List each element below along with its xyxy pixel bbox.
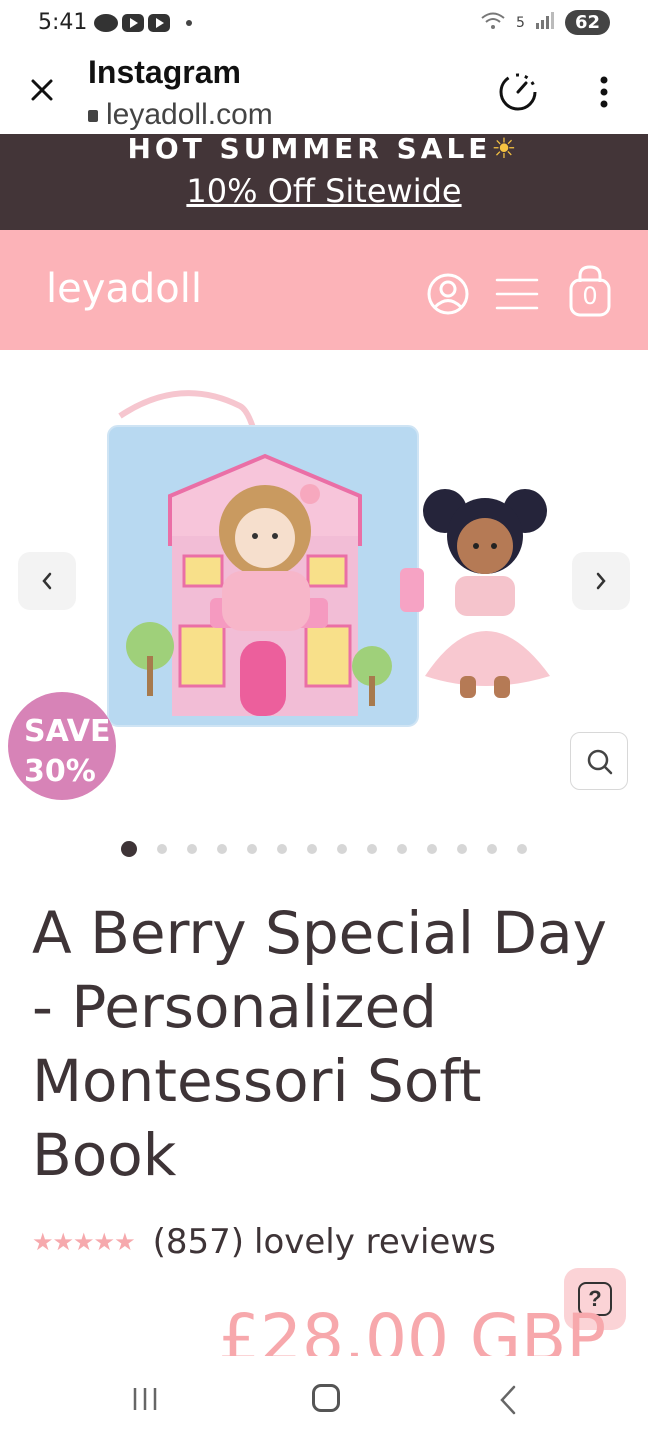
gallery-dot[interactable] [157, 844, 167, 854]
battery-indicator: 62 [564, 10, 610, 35]
product-gallery: leyadoll SAVE 30% [0, 350, 648, 820]
url-text: leyadoll.com [106, 98, 273, 131]
zoom-button[interactable] [570, 732, 628, 790]
youtube-notification-icon [122, 14, 144, 32]
price-container: £28.00 GBP [0, 1300, 648, 1356]
cart-count: 0 [582, 282, 598, 310]
signal-icon [535, 11, 555, 34]
timer-icon[interactable] [496, 70, 540, 114]
browser-app-title: Instagram [88, 54, 241, 90]
back-icon[interactable] [496, 1384, 520, 1416]
gallery-dot[interactable] [337, 844, 347, 854]
sun-icon: ☀ [491, 134, 521, 165]
more-options-icon[interactable] [594, 74, 614, 110]
chevron-left-icon [42, 572, 52, 590]
gallery-dot[interactable] [247, 844, 257, 854]
next-image-button[interactable] [572, 552, 630, 610]
gallery-dot[interactable] [367, 844, 377, 854]
product-image[interactable]: leyadoll [100, 386, 560, 746]
gallery-dot[interactable] [457, 844, 467, 854]
home-icon[interactable] [312, 1384, 340, 1412]
product-title: A Berry Special Day - Personalized Monte… [32, 899, 607, 1189]
gallery-dot[interactable] [307, 844, 317, 854]
recent-apps-icon[interactable] [130, 1386, 160, 1412]
youtube-notification-icon [148, 14, 170, 32]
gallery-dot[interactable] [427, 844, 437, 854]
rating-stars: ★★★★★ [32, 1228, 136, 1256]
gallery-dot[interactable] [187, 844, 197, 854]
more-notifications-icon [186, 20, 192, 26]
network-type-label: 5 [516, 14, 525, 31]
gallery-dot[interactable] [487, 844, 497, 854]
cart-button[interactable]: 0 [566, 264, 614, 318]
chevron-right-icon [596, 572, 606, 590]
product-price: £28.00 GBP [218, 1300, 607, 1356]
announcement-link[interactable]: 10% Off Sitewide [0, 172, 648, 210]
save-badge: SAVE 30% [8, 692, 116, 800]
close-icon[interactable] [28, 76, 56, 104]
save-badge-text: SAVE 30% [24, 714, 111, 789]
review-count: (857) [152, 1222, 245, 1262]
status-system-icons: 5 62 [480, 10, 610, 35]
system-navigation-bar [0, 1356, 648, 1440]
previous-image-button[interactable] [18, 552, 76, 610]
account-icon[interactable] [426, 272, 470, 316]
gallery-dot[interactable] [217, 844, 227, 854]
gallery-dot[interactable] [517, 844, 527, 854]
status-notification-icons [94, 14, 192, 32]
magnifier-icon [587, 749, 613, 775]
menu-icon[interactable] [494, 274, 540, 314]
review-label: lovely reviews [254, 1222, 496, 1262]
url-display: leyadoll.com [88, 98, 273, 132]
gallery-dot[interactable] [397, 844, 407, 854]
gallery-dot[interactable] [277, 844, 287, 854]
announcement-title: HOT SUMMER SALE☀ [127, 134, 521, 165]
gallery-dot[interactable] [121, 841, 137, 857]
product-reviews[interactable]: ★★★★★ (857) lovely reviews [32, 1222, 496, 1262]
status-bar: 5:41 5 62 [0, 0, 648, 48]
announcement-bar: HOT SUMMER SALE☀ 10% Off Sitewide [0, 134, 648, 230]
site-logo[interactable]: leyadoll [46, 266, 202, 312]
chat-notification-icon [94, 14, 118, 32]
gallery-pagination [0, 840, 648, 860]
in-app-browser-header: Instagram leyadoll.com [0, 48, 648, 134]
lock-icon [88, 110, 98, 123]
status-time: 5:41 [38, 10, 88, 35]
wifi-icon [480, 11, 506, 35]
site-header: leyadoll 0 [0, 230, 648, 350]
